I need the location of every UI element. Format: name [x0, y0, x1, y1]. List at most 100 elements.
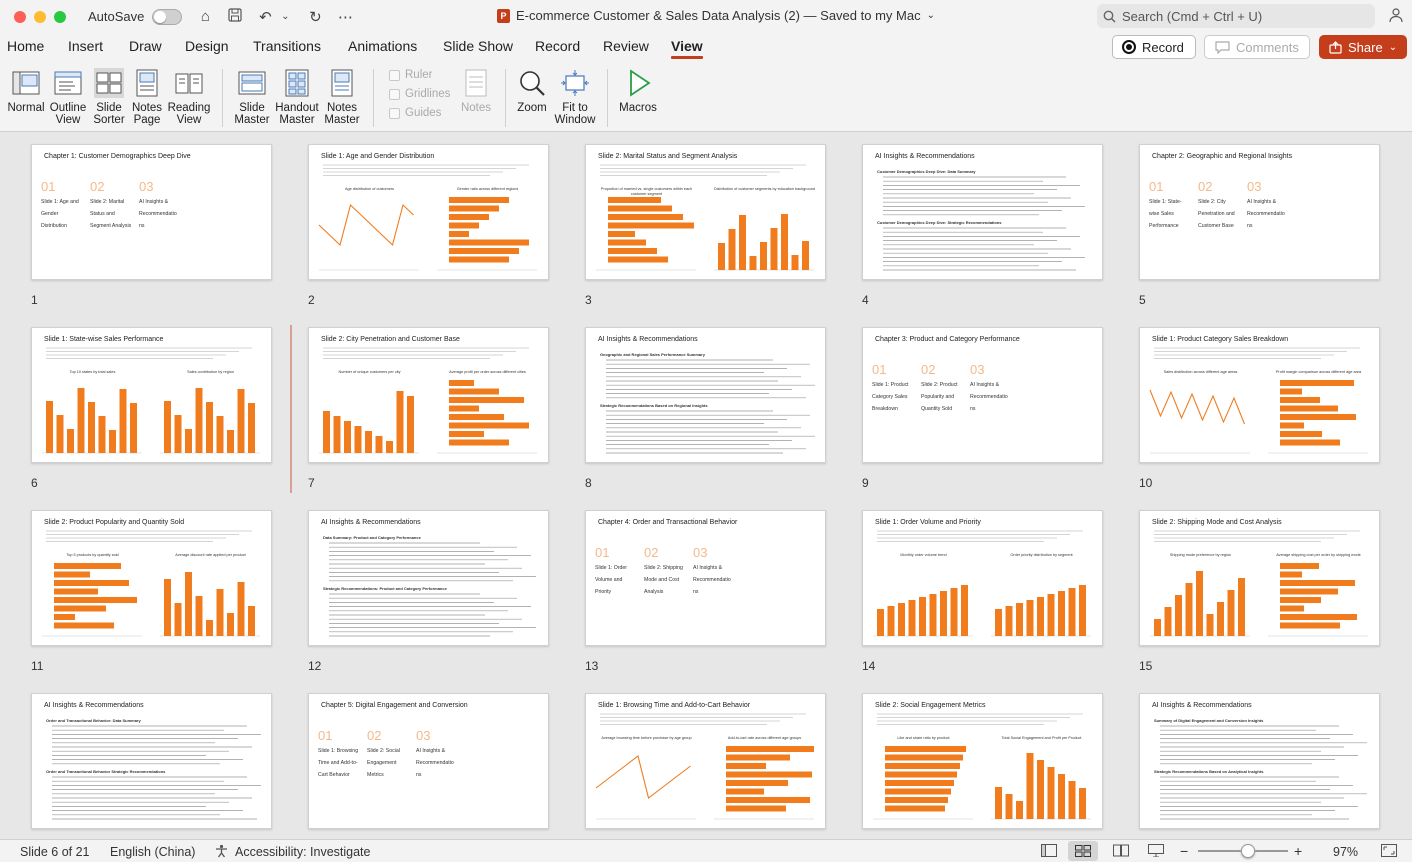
share-button[interactable]: Share ⌄	[1319, 35, 1407, 59]
tab-review[interactable]: Review	[603, 38, 649, 54]
tab-insert[interactable]: Insert	[68, 38, 103, 54]
slide-thumbnail[interactable]: AI Insights & Recommendations Customer De…	[862, 144, 1103, 280]
chapter-item-text: Slide 2: Marital	[90, 199, 125, 205]
slide-thumbnail[interactable]: Slide 2: Shipping Mode and Cost Analysis…	[1139, 510, 1380, 646]
slide-thumbnail[interactable]: AI Insights & Recommendations Summary of …	[1139, 693, 1380, 829]
slide-thumbnail[interactable]: AI Insights & Recommendations Geographic …	[585, 327, 826, 463]
tab-design[interactable]: Design	[185, 38, 229, 54]
slide-thumbnail[interactable]: Chapter 3: Product and Category Performa…	[862, 327, 1103, 463]
zoom-slider-thumb[interactable]	[1240, 844, 1255, 858]
chapter-item: 03 AI Insights & Recommendatio ns	[139, 179, 189, 232]
tab-view[interactable]: View	[671, 38, 703, 59]
ruler-checkbox[interactable]: Ruler	[389, 69, 432, 81]
slide-thumbnail[interactable]: Slide 2: Social Engagement Metrics Like a…	[862, 693, 1103, 829]
tab-slide-show[interactable]: Slide Show	[443, 38, 513, 54]
slide-thumbnail[interactable]: Slide 1: Product Category Sales Breakdow…	[1139, 327, 1380, 463]
outline-view-label1: Outline	[49, 102, 87, 114]
ribbon-separator	[607, 69, 608, 127]
chapter-item: 01 Slide 1: Order Volume and Priority	[595, 545, 645, 598]
chapter-item-text: Slide 2: Social	[367, 748, 400, 754]
slide-sorter-pane[interactable]: Chapter 1: Customer Demographics Deep Di…	[0, 132, 1412, 839]
slide-thumbnail[interactable]: Slide 2: Marital Status and Segment Anal…	[585, 144, 826, 280]
fit-to-window-button[interactable]: Fit to Window	[553, 68, 597, 126]
more-icon[interactable]: ⋯	[336, 8, 354, 26]
slide-number: 4	[862, 293, 869, 307]
language-status[interactable]: English (China)	[110, 845, 195, 859]
save-icon[interactable]	[226, 7, 244, 26]
chapter-item-text: ns	[416, 772, 422, 778]
chapter-item-text: Analysis	[644, 589, 664, 595]
search-placeholder: Search (Cmd + Ctrl + U)	[1122, 8, 1263, 24]
slide-thumbnail[interactable]: Chapter 1: Customer Demographics Deep Di…	[31, 144, 272, 280]
notes-page-button[interactable]: Notes Page	[127, 68, 167, 126]
zoom-out-button[interactable]: −	[1180, 843, 1188, 859]
chapter-item-text: Distribution	[41, 223, 67, 229]
close-window-button[interactable]	[14, 10, 26, 23]
comments-label: Comments	[1236, 39, 1299, 55]
slide-thumbnail[interactable]: Slide 1: Age and Gender Distribution Age …	[308, 144, 549, 280]
slide-thumbnail[interactable]: Slide 1: Order Volume and Priority Monthl…	[862, 510, 1103, 646]
tab-animations[interactable]: Animations	[348, 38, 417, 54]
chart-title: Monthly order volume trend	[900, 553, 947, 557]
comments-button[interactable]: Comments	[1204, 35, 1310, 59]
chapter-item: 02 Slide 2: Product Popularity and Quantity…	[921, 362, 971, 415]
zoom-window-button[interactable]	[54, 10, 66, 23]
slide-number: 9	[862, 476, 869, 490]
chapter-item: 01 Slide 1: Product Category Sales Breakdow…	[872, 362, 922, 415]
record-label: Record	[1142, 39, 1184, 55]
normal-view-button[interactable]: Normal	[6, 68, 46, 114]
chapter-item-text: Time and Add-to-	[318, 760, 358, 766]
zoom-slider[interactable]	[1198, 844, 1288, 858]
slide-thumbnail[interactable]: Chapter 5: Digital Engagement and Conver…	[308, 693, 549, 829]
minimize-window-button[interactable]	[34, 10, 46, 23]
chapter-item-text: Recommendatio	[970, 394, 1008, 400]
reading-view-status-icon[interactable]	[1113, 844, 1129, 857]
title-chevron-icon[interactable]: ⌄	[927, 10, 935, 21]
tab-transitions[interactable]: Transitions	[253, 38, 321, 54]
handout-master-button[interactable]: Handout Master	[274, 68, 320, 126]
accessibility-status[interactable]: Accessibility: Investigate	[235, 845, 370, 859]
reading-view-button[interactable]: Reading View	[166, 68, 212, 126]
zoom-percent[interactable]: 97%	[1333, 845, 1358, 859]
slide-thumbnail[interactable]: Slide 1: Browsing Time and Add-to-Cart B…	[585, 693, 826, 829]
notes-master-button[interactable]: Notes Master	[322, 68, 362, 126]
tab-home[interactable]: Home	[7, 38, 44, 54]
search-box[interactable]: Search (Cmd + Ctrl + U)	[1097, 4, 1375, 28]
slide-number: 3	[585, 293, 592, 307]
normal-view-status-icon[interactable]	[1041, 844, 1057, 857]
outline-view-button[interactable]: Outline View	[48, 68, 88, 126]
slide-thumbnail[interactable]: AI Insights & Recommendations Data Summar…	[308, 510, 549, 646]
account-icon[interactable]	[1388, 7, 1404, 27]
slide-title: Chapter 2: Geographic and Regional Insig…	[1152, 153, 1293, 160]
tab-record[interactable]: Record	[535, 38, 580, 54]
zoom-in-button[interactable]: +	[1294, 843, 1302, 859]
slide-sorter-status-button[interactable]	[1068, 841, 1098, 861]
slide-thumbnail[interactable]: Chapter 2: Geographic and Regional Insig…	[1139, 144, 1380, 280]
gridlines-checkbox[interactable]: Gridlines	[389, 88, 450, 100]
slide-thumbnail[interactable]: Slide 2: City Penetration and Customer B…	[308, 327, 549, 463]
guides-checkbox[interactable]: Guides	[389, 107, 441, 119]
redo-icon[interactable]: ↻	[306, 8, 324, 26]
chapter-item-text: ns	[1247, 223, 1253, 229]
record-button[interactable]: Record	[1112, 35, 1196, 59]
slide-master-button[interactable]: Slide Master	[232, 68, 272, 126]
autosave-toggle[interactable]	[152, 8, 183, 25]
chapter-item-text: Recommendatio	[139, 211, 177, 217]
slide-title: Chapter 1: Customer Demographics Deep Di…	[44, 153, 191, 160]
slide-sorter-button[interactable]: Slide Sorter	[89, 68, 129, 126]
chapter-item-text: ns	[970, 406, 976, 412]
undo-dropdown-icon[interactable]: ⌄	[276, 11, 294, 22]
slideshow-status-icon[interactable]	[1148, 844, 1164, 857]
macros-button[interactable]: Macros	[618, 68, 658, 114]
fit-slide-icon[interactable]	[1381, 844, 1397, 857]
slide-thumbnail[interactable]: Chapter 4: Order and Transactional Behav…	[585, 510, 826, 646]
chapter-item-text: Gender	[41, 211, 59, 217]
notes-button[interactable]: Notes	[457, 68, 495, 114]
tab-draw[interactable]: Draw	[129, 38, 162, 54]
slide-thumbnail[interactable]: Slide 1: State-wise Sales Performance Top…	[31, 327, 272, 463]
slide-thumbnail[interactable]: Slide 2: Product Popularity and Quantity…	[31, 510, 272, 646]
undo-icon[interactable]: ↶	[256, 8, 274, 26]
slide-thumbnail[interactable]: AI Insights & Recommendations Order and T…	[31, 693, 272, 829]
home-icon[interactable]: ⌂	[196, 8, 214, 25]
zoom-button[interactable]: Zoom	[514, 68, 550, 114]
